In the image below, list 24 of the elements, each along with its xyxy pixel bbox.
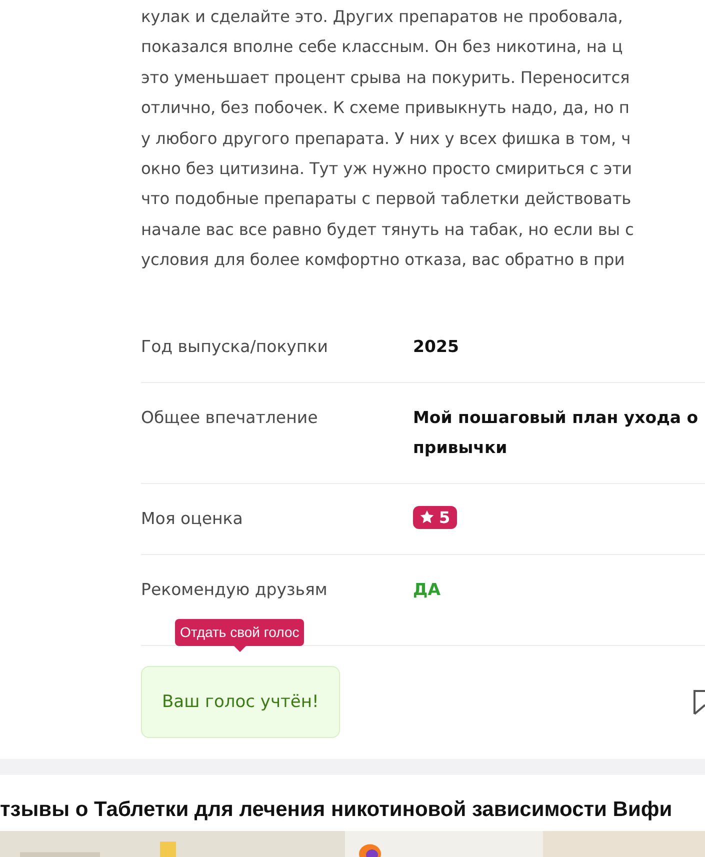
review-text-line: условия для более комфортно отказа, вас обратно в при — [141, 249, 626, 272]
detail-label: Рекомендую друзьям — [141, 578, 328, 601]
detail-value: 2025 — [413, 336, 460, 358]
star-icon — [419, 509, 435, 526]
detail-value: привычки — [413, 436, 508, 459]
section-heading: тзывы о Таблетки для лечения никотиновой зависимости Вифи — [0, 796, 674, 823]
bookmark-icon[interactable] — [693, 688, 705, 715]
review-text-line: что подобные препараты с первой таблетки действовать — [141, 188, 632, 210]
detail-label: Год выпуска/покупки — [141, 336, 329, 358]
review-text-line: кулак и сделайте это. Других препаратов не пробовала, — [141, 6, 624, 28]
review-text-line: у любого другого препарата. У них у всех фишка в том, ч — [141, 128, 632, 150]
recommend-value: ДА — [413, 578, 442, 601]
vote-status-message: Ваш голос учтён! — [141, 666, 340, 738]
rating-badge: 5 — [413, 506, 458, 529]
tooltip-pointer-icon — [234, 646, 246, 652]
review-text-line: окно без цитизина. Тут уж нужно просто смириться с эти — [141, 158, 633, 180]
review-text-line: это уменьшает процент срыва на покурить. Переносится — [141, 66, 631, 89]
detail-label: Моя оценка — [141, 508, 244, 530]
review-text-line: отлично, без побочек. К схеме привыкнуть надо, да, но п — [141, 97, 630, 120]
detail-label: Общее впечатление — [141, 406, 319, 429]
vote-tooltip: Отдать свой голос — [175, 618, 304, 646]
review-text-line: начале вас все равно будет тянуть на табак, но если вы с — [141, 218, 635, 241]
detail-value: Мой пошаговый план ухода о — [413, 406, 700, 429]
review-text-line: показался вполне себе классным. Он без никотина, на ц — [141, 36, 624, 58]
